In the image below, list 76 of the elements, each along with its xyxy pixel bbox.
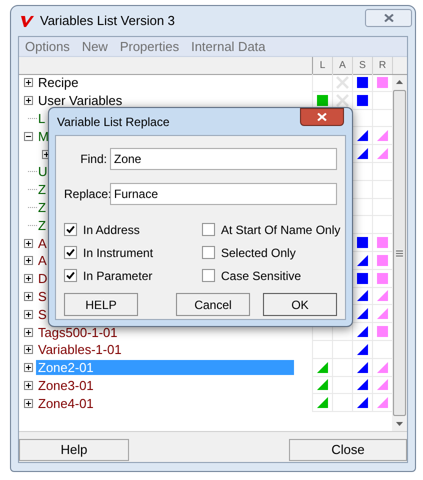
checkbox[interactable] xyxy=(64,223,77,236)
tree-item[interactable]: A xyxy=(36,253,49,268)
tree-line xyxy=(28,189,37,190)
input-field[interactable]: Furnace xyxy=(110,183,337,205)
tree-item[interactable]: User Variables xyxy=(36,93,124,108)
menu-item[interactable]: New xyxy=(82,36,108,56)
expand-icon[interactable] xyxy=(24,398,33,408)
tree-item[interactable]: Zone4-01 xyxy=(36,396,96,411)
menu-item[interactable]: Properties xyxy=(120,36,180,56)
help-button[interactable]: Help xyxy=(19,439,129,461)
column-header[interactable]: R xyxy=(373,57,393,74)
close-icon xyxy=(317,113,327,121)
tree-item[interactable]: S xyxy=(36,306,49,322)
option-label: Case Sensitive xyxy=(221,268,302,284)
check-icon xyxy=(66,271,75,280)
tree-item[interactable]: L xyxy=(36,110,48,126)
menu-item[interactable]: Internal Data xyxy=(191,36,266,56)
expand-icon[interactable] xyxy=(24,328,33,337)
expand-icon[interactable] xyxy=(24,380,33,390)
tree-item[interactable]: Zone3-01 xyxy=(36,378,96,393)
tree-line xyxy=(28,118,37,119)
checkbox[interactable] xyxy=(202,246,215,259)
collapse-icon[interactable] xyxy=(24,132,33,141)
check-icon xyxy=(66,225,75,234)
option-label: In Parameter xyxy=(83,268,152,284)
expand-icon[interactable] xyxy=(24,345,33,354)
checkbox[interactable] xyxy=(64,246,77,259)
expand-icon[interactable] xyxy=(24,292,33,301)
dialog-title: Variable List Replace xyxy=(56,114,170,130)
option-label: In Address xyxy=(83,222,140,238)
close-button[interactable] xyxy=(300,108,344,126)
help-button[interactable]: HELP xyxy=(64,293,138,316)
tree-item[interactable]: Recipe xyxy=(36,75,80,90)
tree-item[interactable]: A xyxy=(36,236,49,251)
input-field[interactable]: Zone xyxy=(110,148,337,170)
grip-icon xyxy=(396,250,403,256)
tree-item[interactable]: Z xyxy=(36,200,48,215)
tree-item[interactable]: Z xyxy=(36,182,48,198)
tree-item[interactable]: Z xyxy=(36,218,48,233)
expand-icon[interactable] xyxy=(24,310,33,319)
tree-item[interactable]: U xyxy=(36,164,50,180)
tree-item[interactable]: S xyxy=(36,288,49,304)
field-label: Find: xyxy=(79,151,108,168)
expand-icon[interactable] xyxy=(24,96,33,106)
tree-item[interactable]: D xyxy=(36,271,50,286)
ok-button[interactable]: OK xyxy=(263,293,337,316)
tree-line xyxy=(28,171,37,172)
cancel-button[interactable]: Cancel xyxy=(176,293,250,316)
expand-icon[interactable] xyxy=(24,256,33,266)
window-title: Variables List Version 3 xyxy=(40,12,175,30)
app-logo-icon xyxy=(20,14,34,28)
tree-item[interactable]: Tags500-1-01 xyxy=(36,324,120,340)
check-icon xyxy=(66,248,75,257)
tree-item[interactable]: M xyxy=(36,128,51,144)
tree-item[interactable]: Variables-1-01 xyxy=(36,342,124,358)
field-label: Replace: xyxy=(64,186,110,203)
expand-icon[interactable] xyxy=(24,363,33,372)
tree-line xyxy=(28,224,37,226)
expand-icon[interactable] xyxy=(24,274,33,284)
option-label: In Instrument xyxy=(83,244,154,262)
checkbox[interactable] xyxy=(64,269,77,282)
option-label: Selected Only xyxy=(221,244,296,262)
column-header[interactable]: A xyxy=(333,57,353,74)
expand-icon[interactable] xyxy=(24,238,33,248)
checkbox[interactable] xyxy=(202,269,215,282)
column-header[interactable]: S xyxy=(353,57,373,74)
checkbox[interactable] xyxy=(202,223,215,236)
option-label: At Start Of Name Only xyxy=(221,222,340,238)
close-icon xyxy=(384,14,394,22)
menu-item[interactable]: Options xyxy=(25,36,70,56)
tree-line xyxy=(28,206,37,208)
close-button[interactable]: Close xyxy=(289,439,407,461)
scroll-thumb[interactable] xyxy=(393,90,406,416)
expand-icon[interactable] xyxy=(24,78,33,88)
column-header[interactable]: L xyxy=(313,57,333,74)
scrollbar[interactable] xyxy=(392,75,407,431)
